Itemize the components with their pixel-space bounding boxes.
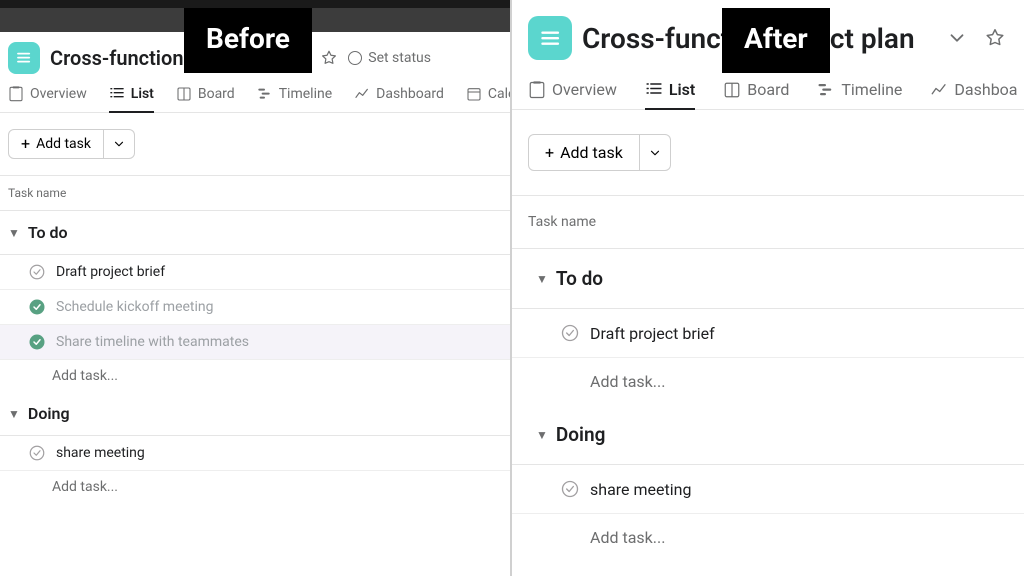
caret-down-icon: ▼	[536, 272, 548, 286]
task-title: share meeting	[590, 480, 691, 499]
task-row[interactable]: Share timeline with teammates	[0, 325, 510, 360]
chevron-down-icon	[112, 137, 126, 151]
check-circle-done-icon[interactable]	[28, 333, 46, 351]
dashboard-icon	[930, 81, 948, 99]
calendar-icon	[466, 86, 482, 102]
caret-down-icon: ▼	[536, 428, 548, 442]
add-task-button[interactable]: +Add task	[8, 129, 104, 159]
column-header-task-name: Task name	[0, 176, 510, 211]
plus-icon: +	[21, 136, 30, 152]
column-header-task-name: Task name	[512, 196, 1024, 249]
task-row[interactable]: share meeting	[0, 436, 510, 471]
add-task-inline[interactable]: Add task...	[512, 358, 1024, 405]
timeline-icon	[257, 86, 273, 102]
board-icon	[723, 81, 741, 99]
toolbar: +Add task	[0, 113, 510, 176]
section-header[interactable]: ▼ To do	[0, 211, 510, 255]
view-tabs: Overview List Board Timeline Dashboard C…	[0, 80, 510, 113]
tab-board[interactable]: Board	[176, 86, 235, 112]
before-badge: Before	[184, 8, 312, 73]
check-circle-icon[interactable]	[28, 263, 46, 281]
add-task-dropdown[interactable]	[640, 134, 671, 171]
tab-timeline[interactable]: Timeline	[257, 86, 332, 112]
star-icon[interactable]	[320, 49, 338, 67]
caret-down-icon: ▼	[8, 407, 20, 421]
clipboard-icon	[8, 86, 24, 102]
caret-down-icon: ▼	[8, 226, 20, 240]
add-task-inline[interactable]: Add task...	[0, 360, 510, 392]
check-circle-icon[interactable]	[560, 323, 580, 343]
section-header[interactable]: ▼ Doing	[0, 392, 510, 436]
tab-timeline[interactable]: Timeline	[817, 80, 902, 109]
add-task-inline[interactable]: Add task...	[0, 471, 510, 503]
list-icon	[109, 86, 125, 102]
dashboard-icon	[354, 86, 370, 102]
section-todo: ▼ To do Draft project brief Add task...	[512, 249, 1024, 405]
section-header[interactable]: ▼ To do	[512, 249, 1024, 309]
task-row[interactable]: Draft project brief	[0, 255, 510, 290]
after-panel: Cross-functxxxxxxect plan Overview List …	[512, 0, 1024, 576]
tab-list[interactable]: List	[645, 80, 695, 109]
section-header[interactable]: ▼ Doing	[512, 405, 1024, 465]
clipboard-icon	[528, 81, 546, 99]
tab-dashboard[interactable]: Dashboa	[930, 80, 1017, 109]
check-circle-icon[interactable]	[28, 444, 46, 462]
tab-overview[interactable]: Overview	[528, 80, 617, 109]
tab-overview[interactable]: Overview	[8, 86, 87, 112]
set-status-button[interactable]: Set status	[348, 50, 431, 66]
add-task-dropdown[interactable]	[104, 129, 135, 159]
check-circle-icon[interactable]	[560, 479, 580, 499]
task-title: Share timeline with teammates	[56, 334, 249, 350]
chevron-down-icon[interactable]	[946, 27, 968, 49]
add-task-inline[interactable]: Add task...	[512, 514, 1024, 561]
tab-calendar[interactable]: Calendar	[466, 86, 512, 112]
section-doing: ▼ Doing share meeting Add task...	[0, 392, 510, 503]
task-title: Schedule kickoff meeting	[56, 299, 214, 315]
task-row[interactable]: share meeting	[512, 465, 1024, 514]
project-icon	[8, 42, 40, 74]
task-title: share meeting	[56, 445, 145, 461]
task-row[interactable]: Schedule kickoff meeting	[0, 290, 510, 325]
status-circle-icon	[348, 51, 362, 65]
before-panel: Cross-functional project plan Set status…	[0, 0, 512, 576]
timeline-icon	[817, 81, 835, 99]
set-status-label: Set status	[368, 50, 431, 66]
after-badge: After	[722, 8, 830, 73]
list-icon	[645, 81, 663, 99]
section-todo: ▼ To do Draft project brief Schedule kic…	[0, 211, 510, 392]
task-title: Draft project brief	[56, 264, 165, 280]
plus-icon: +	[545, 145, 554, 161]
add-task-button[interactable]: +Add task	[528, 134, 640, 171]
board-icon	[176, 86, 192, 102]
tab-list[interactable]: List	[109, 86, 154, 112]
project-icon	[528, 16, 572, 60]
tab-board[interactable]: Board	[723, 80, 789, 109]
check-circle-done-icon[interactable]	[28, 298, 46, 316]
tab-dashboard[interactable]: Dashboard	[354, 86, 444, 112]
chevron-down-icon	[648, 146, 662, 160]
star-icon[interactable]	[984, 27, 1006, 49]
task-title: Draft project brief	[590, 324, 715, 343]
toolbar: +Add task	[512, 110, 1024, 196]
section-doing: ▼ Doing share meeting Add task...	[512, 405, 1024, 561]
task-row[interactable]: Draft project brief	[512, 309, 1024, 358]
